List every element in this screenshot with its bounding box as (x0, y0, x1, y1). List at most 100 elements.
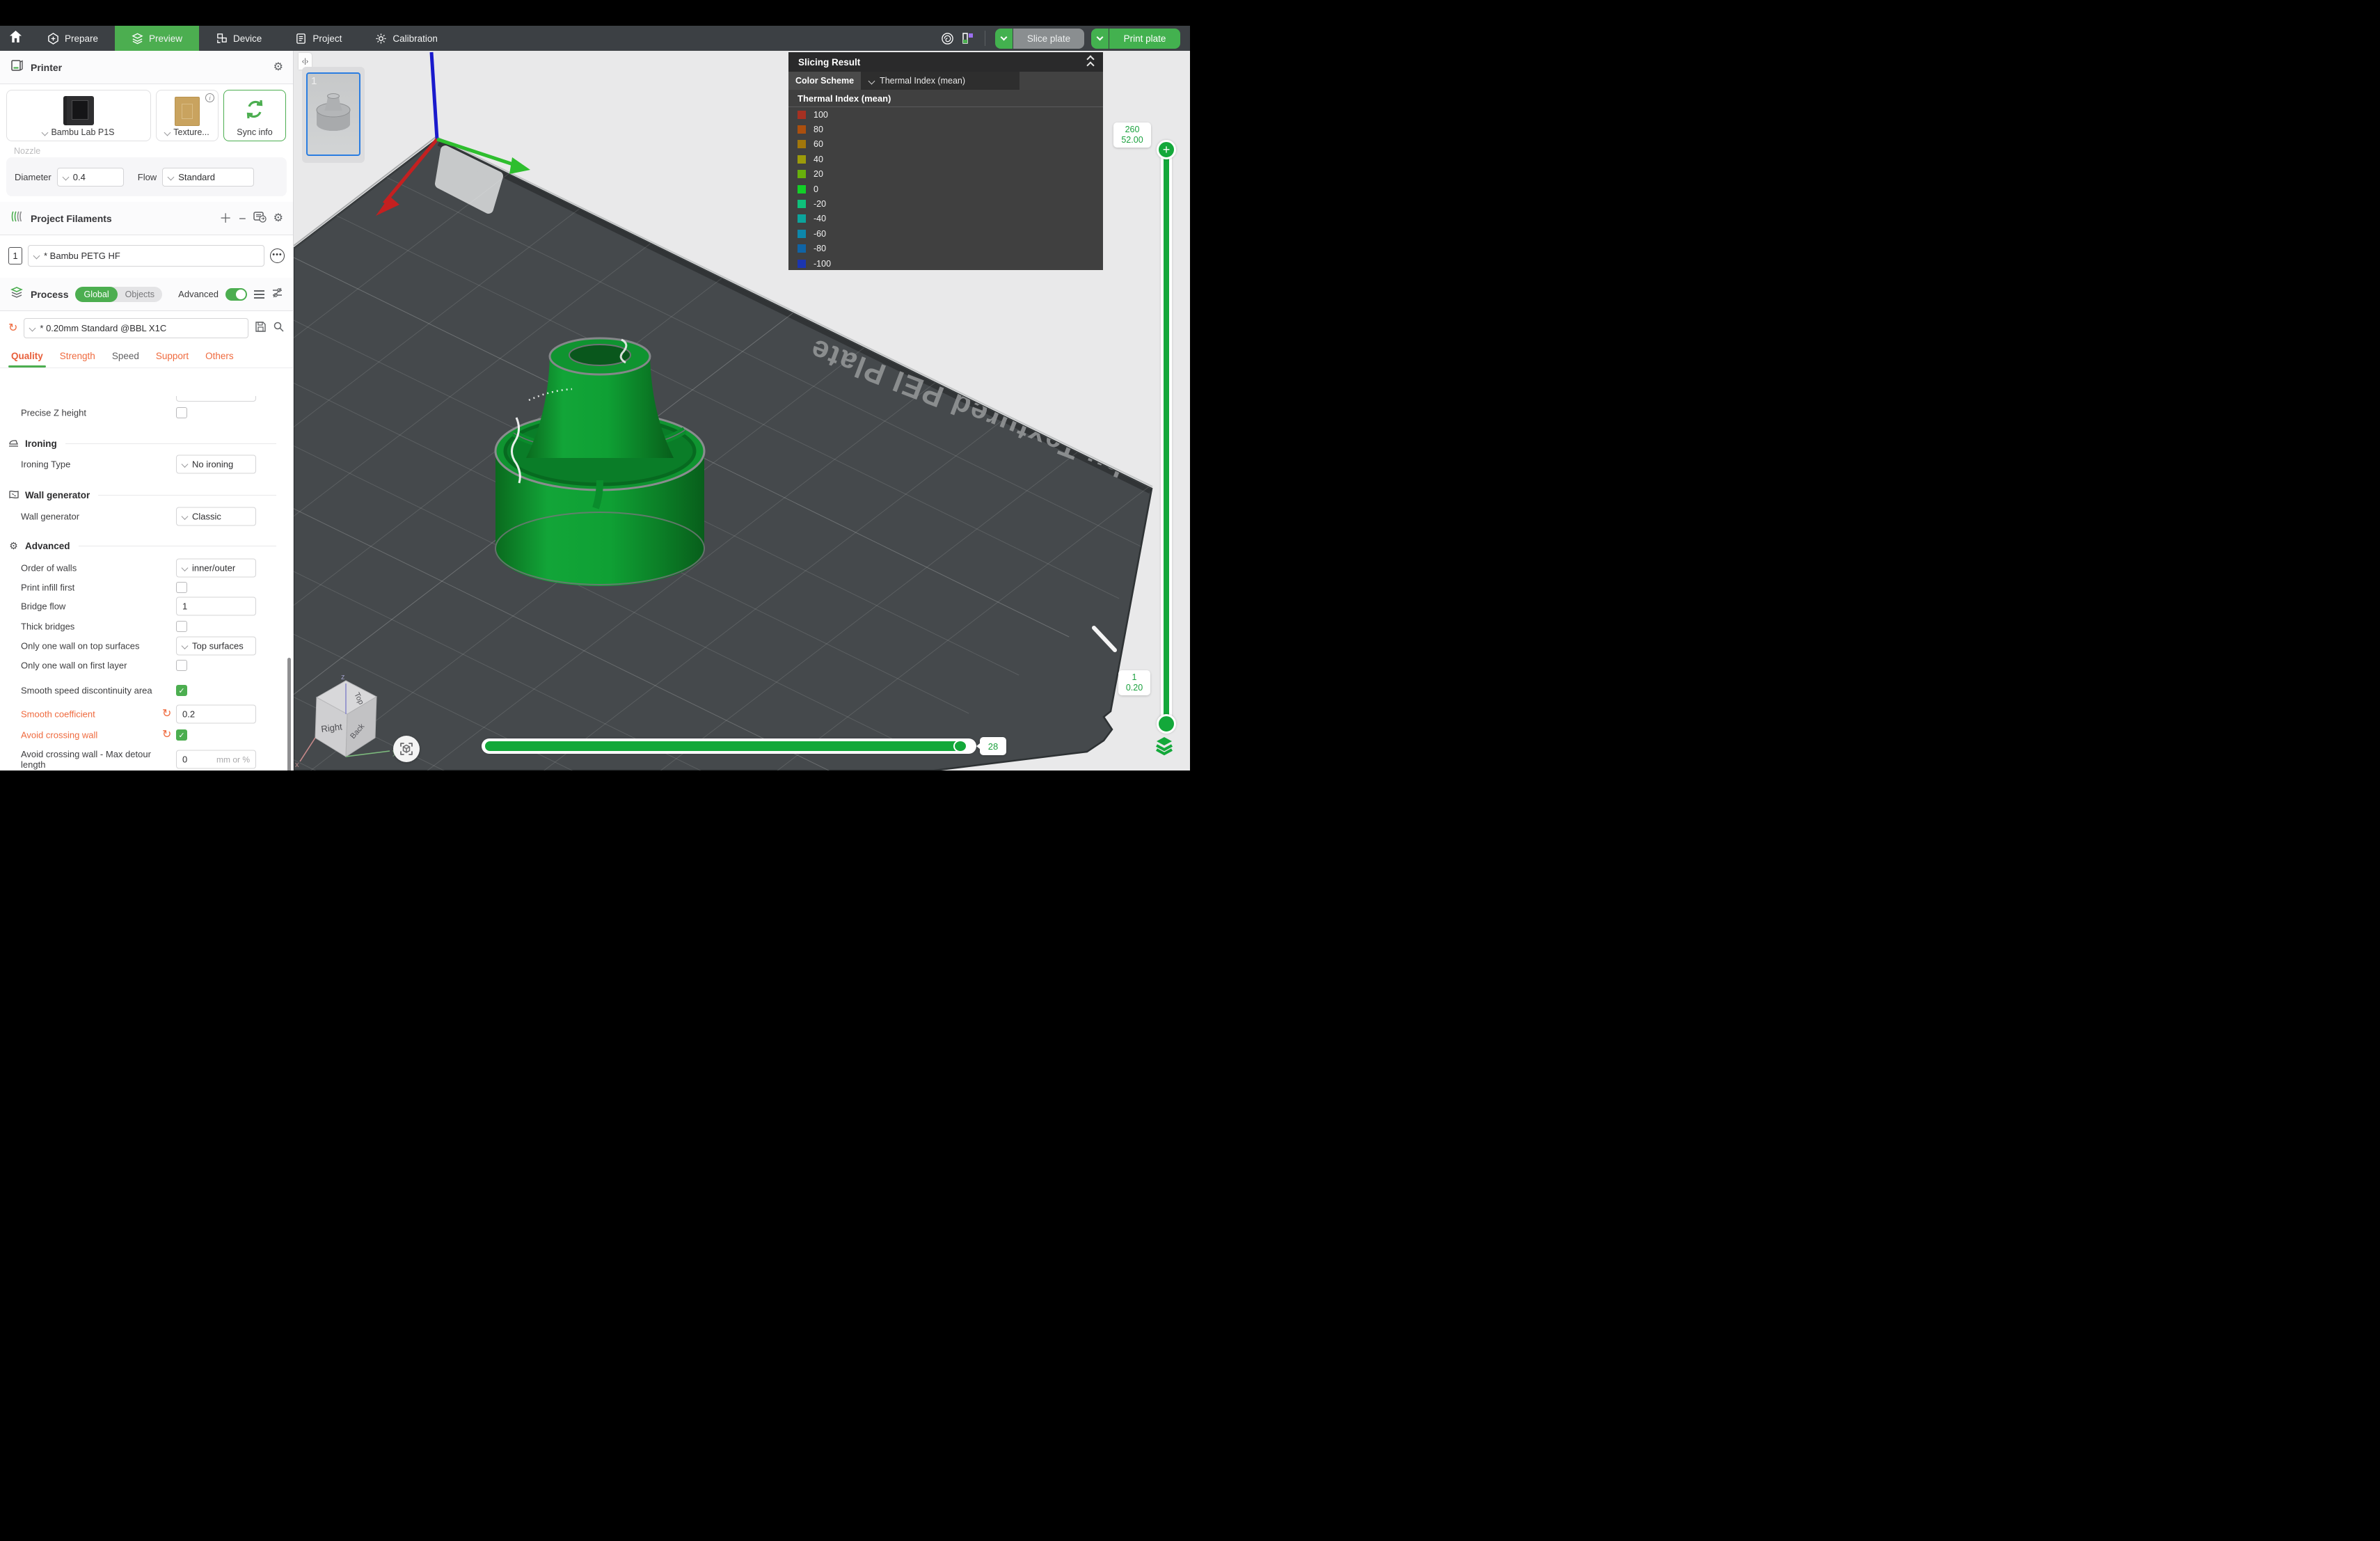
layer-slider-bottom-tooltip: 1 0.20 (1118, 670, 1150, 695)
bridge-flow-input[interactable]: 1 (176, 597, 256, 616)
home-button[interactable] (0, 26, 31, 51)
collapse-panel-icon[interactable] (1088, 56, 1093, 68)
reset-view-button[interactable] (393, 736, 420, 762)
home-icon (9, 30, 22, 47)
tab-prepare-label: Prepare (65, 33, 98, 44)
setting-label: Only one wall on top surfaces (21, 641, 164, 651)
process-preset-select[interactable]: * 0.20mm Standard @BBL X1C (24, 318, 248, 338)
tab-support[interactable]: Support (148, 345, 197, 368)
slice-plate-button[interactable]: Slice plate (1013, 29, 1084, 49)
plate-thumbnail[interactable]: 1 (306, 72, 360, 156)
plate-thumbnail-panel: 1 (302, 67, 365, 163)
undo-icon[interactable]: ↻ (162, 709, 171, 720)
avoid-crossing-wall-checkbox[interactable]: ✓ (176, 729, 187, 741)
left-sidebar: Printer ⚙ Bambu Lab P1S i Texture... Syn… (0, 51, 294, 770)
print-plate-dropdown[interactable] (1091, 29, 1109, 49)
remove-filament-icon[interactable]: − (239, 212, 246, 225)
filament-select[interactable]: * Bambu PETG HF (28, 245, 264, 267)
thick-bridges-checkbox[interactable] (176, 621, 187, 632)
precise-z-height-checkbox[interactable] (176, 407, 187, 418)
sync-info-button[interactable]: Sync info (223, 90, 286, 141)
filament-icon (10, 210, 24, 227)
tab-preview[interactable]: Preview (115, 26, 199, 51)
step-slider[interactable] (482, 738, 976, 754)
project-icon (295, 33, 307, 45)
info-icon[interactable]: i (205, 93, 214, 102)
max-detour-input[interactable]: 0mm or % (176, 750, 256, 769)
scope-objects[interactable]: Objects (118, 290, 162, 299)
chevron-down-icon (168, 173, 175, 180)
chevron-down-icon (182, 461, 189, 468)
smooth-coefficient-input[interactable]: 0.2 (176, 705, 256, 724)
setting-row-one-wall-first-layer: Only one wall on first layer (0, 655, 293, 676)
setting-row-wall-generator: Wall generator Classic (0, 505, 293, 528)
printer-settings-gear-icon[interactable]: ⚙ (273, 62, 283, 73)
setting-label: Wall generator (21, 512, 164, 522)
legend-swatch (798, 185, 806, 193)
slice-plate-dropdown[interactable] (995, 29, 1013, 49)
setting-row-one-wall-top: Only one wall on top surfaces Top surfac… (0, 637, 293, 655)
setting-row-thick-bridges: Thick bridges (0, 616, 293, 637)
one-wall-top-select[interactable]: Top surfaces (176, 637, 256, 656)
plate-mark (1096, 752, 1109, 764)
tab-speed[interactable]: Speed (104, 345, 148, 368)
color-scheme-select[interactable]: Thermal Index (mean) (861, 72, 1020, 90)
order-of-walls-select[interactable]: inner/outer (176, 559, 256, 578)
process-scope-toggle[interactable]: Global Objects (75, 287, 162, 302)
scope-global[interactable]: Global (75, 287, 117, 302)
layer-range-slider[interactable]: + (1161, 143, 1172, 729)
one-wall-first-layer-checkbox[interactable] (176, 660, 187, 671)
save-preset-icon[interactable] (255, 321, 267, 336)
spiral-icon[interactable] (940, 31, 954, 45)
layer-slider-bottom-handle[interactable] (1157, 714, 1176, 734)
printer-select-card[interactable]: Bambu Lab P1S (6, 90, 151, 141)
wall-generator-select[interactable]: Classic (176, 507, 256, 526)
legend-swatch (798, 170, 806, 178)
app-window: Prepare Preview Device Project Calibrati… (0, 0, 1190, 770)
tab-calibration[interactable]: Calibration (358, 26, 454, 51)
filament-more-button[interactable]: ••• (270, 248, 285, 263)
smooth-speed-checkbox[interactable]: ✓ (176, 685, 187, 696)
filament-name: * Bambu PETG HF (44, 251, 120, 261)
filament-settings-gear-icon[interactable]: ⚙ (273, 213, 283, 224)
add-filament-icon[interactable]: ＋ (219, 212, 232, 225)
step-slider-handle[interactable] (953, 740, 967, 752)
flow-select[interactable]: Standard (162, 168, 254, 187)
tab-quality[interactable]: Quality (3, 345, 51, 368)
advanced-label: Advanced (178, 289, 219, 299)
chevron-down-icon (1097, 34, 1104, 41)
tab-project[interactable]: Project (278, 26, 358, 51)
printer-name: Bambu Lab P1S (51, 127, 114, 137)
setting-label: Smooth coefficient (21, 709, 164, 720)
calibration-icon (375, 33, 387, 45)
setting-row-max-detour: Avoid crossing wall - Max detour length … (0, 747, 293, 770)
ams-sync-icon[interactable] (253, 211, 267, 226)
setting-row-smooth-speed: Smooth speed discontinuity area ✓ (0, 676, 293, 705)
undo-icon[interactable]: ↻ (162, 729, 171, 741)
nav-cube-x-label: x (295, 761, 299, 769)
legend-value: 20 (814, 169, 823, 179)
ironing-type-select[interactable]: No ironing (176, 455, 256, 474)
filaments-section-title: Project Filaments (31, 213, 112, 224)
tune-icon[interactable] (271, 287, 283, 302)
tab-prepare[interactable]: Prepare (31, 26, 115, 51)
preset-reset-icon[interactable]: ↻ (8, 323, 17, 334)
print-infill-first-checkbox[interactable] (176, 582, 187, 593)
layer-slider-top-handle[interactable]: + (1157, 140, 1176, 159)
layers-view-icon[interactable] (1154, 735, 1175, 756)
settings-list-icon[interactable] (254, 290, 264, 299)
tab-device[interactable]: Device (199, 26, 278, 51)
search-icon[interactable] (273, 321, 285, 336)
plate-type-card[interactable]: i Texture... (156, 90, 219, 141)
sidebar-scrollbar[interactable] (287, 658, 291, 770)
process-section-header: Process Global Objects Advanced (0, 278, 293, 311)
print-plate-button[interactable]: Print plate (1109, 29, 1180, 49)
advanced-toggle[interactable] (225, 288, 247, 301)
tab-strength[interactable]: Strength (51, 345, 104, 368)
tab-others[interactable]: Others (197, 345, 242, 368)
setting-row-order-of-walls: Order of walls inner/outer (0, 558, 293, 578)
plate-stats-icon[interactable] (961, 31, 975, 45)
chevron-down-icon (42, 129, 49, 136)
nozzle-diameter-select[interactable]: 0.4 (57, 168, 124, 187)
viewport-3d[interactable]: Bambu Textured PEI Plate (294, 51, 1190, 770)
